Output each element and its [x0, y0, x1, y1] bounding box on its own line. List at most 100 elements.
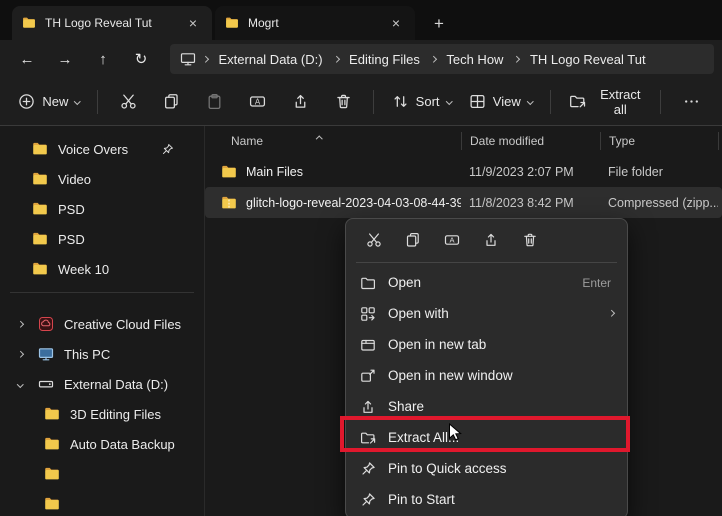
column-header-name[interactable]: Name — [221, 132, 461, 150]
new-label: New — [42, 94, 68, 109]
navigation-bar: External Data (D:) Editing Files Tech Ho… — [0, 40, 722, 78]
sidebar-item-partial[interactable] — [4, 489, 200, 516]
sidebar-item-external-data-drive[interactable]: External Data (D:) — [4, 369, 200, 399]
sidebar-item-blender[interactable] — [4, 459, 200, 489]
chevron-down-icon — [446, 98, 452, 104]
cut-button[interactable] — [109, 85, 147, 119]
delete-icon — [335, 93, 352, 110]
file-row-glitch-zip[interactable]: glitch-logo-reveal-2023-04-03-08-44-39 1… — [205, 187, 722, 218]
sidebar-item-auto-data-backup[interactable]: Auto Data Backup — [4, 429, 200, 459]
this-pc-icon — [180, 51, 196, 67]
copy-button[interactable] — [152, 85, 190, 119]
menu-cut-button[interactable] — [356, 225, 392, 255]
context-menu: A Open Enter Open with Open in new tab O… — [345, 218, 628, 516]
delete-button[interactable] — [324, 85, 362, 119]
close-tab-icon[interactable] — [387, 14, 405, 32]
menu-item-pin-to-start[interactable]: Pin to Start — [350, 484, 623, 515]
menu-delete-button[interactable] — [512, 225, 548, 255]
column-header-type[interactable]: Type — [600, 132, 718, 150]
menu-item-open-in-new-window[interactable]: Open in new window — [350, 360, 623, 391]
menu-share-button[interactable] — [473, 225, 509, 255]
sidebar-item-this-pc[interactable]: This PC — [4, 339, 200, 369]
forward-icon — [58, 52, 73, 67]
toolbar-divider — [550, 90, 551, 114]
up-button[interactable] — [86, 43, 120, 75]
rename-button[interactable]: A — [238, 85, 276, 119]
toolbar-divider — [97, 90, 98, 114]
menu-item-open-in-new-tab[interactable]: Open in new tab — [350, 329, 623, 360]
menu-item-pin-to-quick-access[interactable]: Pin to Quick access — [350, 453, 623, 484]
sort-button[interactable]: Sort — [385, 85, 457, 119]
sidebar-item-3d-editing-files[interactable]: 3D Editing Files — [4, 399, 200, 429]
back-icon — [20, 52, 35, 67]
share-button[interactable] — [281, 85, 319, 119]
sidebar-item-psd-2[interactable]: PSD — [4, 224, 200, 254]
menu-rename-button[interactable]: A — [434, 225, 470, 255]
column-headers: Name Date modified Type Size — [205, 126, 722, 156]
view-button[interactable]: View — [462, 85, 538, 119]
tab-th-logo-reveal-tut[interactable]: TH Logo Reveal Tut — [12, 6, 212, 40]
expand-chevron-icon[interactable] — [12, 322, 28, 327]
address-bar[interactable]: External Data (D:) Editing Files Tech Ho… — [170, 44, 714, 74]
new-button[interactable]: New — [12, 85, 86, 119]
expand-chevron-icon[interactable] — [12, 352, 28, 357]
tab-mogrt[interactable]: Mogrt — [215, 6, 415, 40]
more-options-button[interactable] — [672, 85, 710, 119]
paste-icon — [206, 93, 223, 110]
folder-icon — [44, 496, 60, 512]
sidebar-item-voice-overs[interactable]: Voice Overs — [4, 134, 200, 164]
file-date: 11/8/2023 8:42 PM — [461, 196, 600, 210]
breadcrumb-item-current[interactable]: TH Logo Reveal Tut — [526, 50, 650, 69]
paste-button[interactable] — [195, 85, 233, 119]
sort-icon — [392, 93, 409, 110]
new-icon — [18, 93, 35, 110]
chevron-right-icon — [430, 56, 436, 62]
sidebar-item-label: Week 10 — [58, 262, 109, 277]
rename-icon: A — [444, 232, 460, 248]
sidebar-item-creative-cloud-files[interactable]: Creative Cloud Files — [4, 309, 200, 339]
refresh-button[interactable] — [124, 43, 158, 75]
folder-icon — [44, 436, 60, 452]
menu-item-open[interactable]: Open Enter — [350, 267, 623, 298]
tab-bar: TH Logo Reveal Tut Mogrt — [0, 0, 722, 40]
breadcrumb-item-drive[interactable]: External Data (D:) — [215, 50, 327, 69]
folder-icon — [32, 231, 48, 247]
chevron-right-icon — [333, 56, 339, 62]
command-toolbar: New A Sort View Extract all — [0, 78, 722, 126]
chevron-down-icon — [74, 98, 80, 104]
pin-icon — [360, 492, 376, 508]
share-icon — [483, 232, 499, 248]
new-tab-button[interactable] — [424, 8, 454, 38]
open-icon — [360, 275, 376, 291]
sidebar-item-video[interactable]: Video — [4, 164, 200, 194]
tab-title: TH Logo Reveal Tut — [45, 16, 175, 30]
sidebar-item-psd-1[interactable]: PSD — [4, 194, 200, 224]
sidebar-item-week-10[interactable]: Week 10 — [4, 254, 200, 284]
back-button[interactable] — [10, 43, 44, 75]
file-row-main-files[interactable]: Main Files 11/9/2023 2:07 PM File folder — [205, 156, 722, 187]
chevron-right-icon — [514, 56, 520, 62]
breadcrumb-item-tech-how[interactable]: Tech How — [442, 50, 507, 69]
menu-item-share[interactable]: Share — [350, 391, 623, 422]
breadcrumb-item-editing-files[interactable]: Editing Files — [345, 50, 424, 69]
sort-ascending-icon — [317, 129, 322, 144]
copy-icon — [405, 232, 421, 248]
menu-copy-button[interactable] — [395, 225, 431, 255]
forward-button[interactable] — [48, 43, 82, 75]
sidebar-item-label: This PC — [64, 347, 110, 362]
folder-icon — [221, 164, 237, 180]
view-icon — [469, 93, 486, 110]
tab-title: Mogrt — [248, 16, 378, 30]
shortcut-label: Enter — [582, 276, 611, 290]
column-header-size[interactable]: Size — [718, 132, 722, 150]
share-icon — [360, 399, 376, 415]
menu-item-extract-all[interactable]: Extract All... — [350, 422, 623, 453]
close-tab-icon[interactable] — [184, 14, 202, 32]
file-type: File folder — [600, 165, 718, 179]
toolbar-divider — [373, 90, 374, 114]
collapse-chevron-icon[interactable] — [12, 382, 28, 387]
sidebar-item-label: PSD — [58, 202, 85, 217]
menu-item-open-with[interactable]: Open with — [350, 298, 623, 329]
column-header-date-modified[interactable]: Date modified — [461, 132, 600, 150]
extract-all-button[interactable]: Extract all — [562, 85, 655, 119]
